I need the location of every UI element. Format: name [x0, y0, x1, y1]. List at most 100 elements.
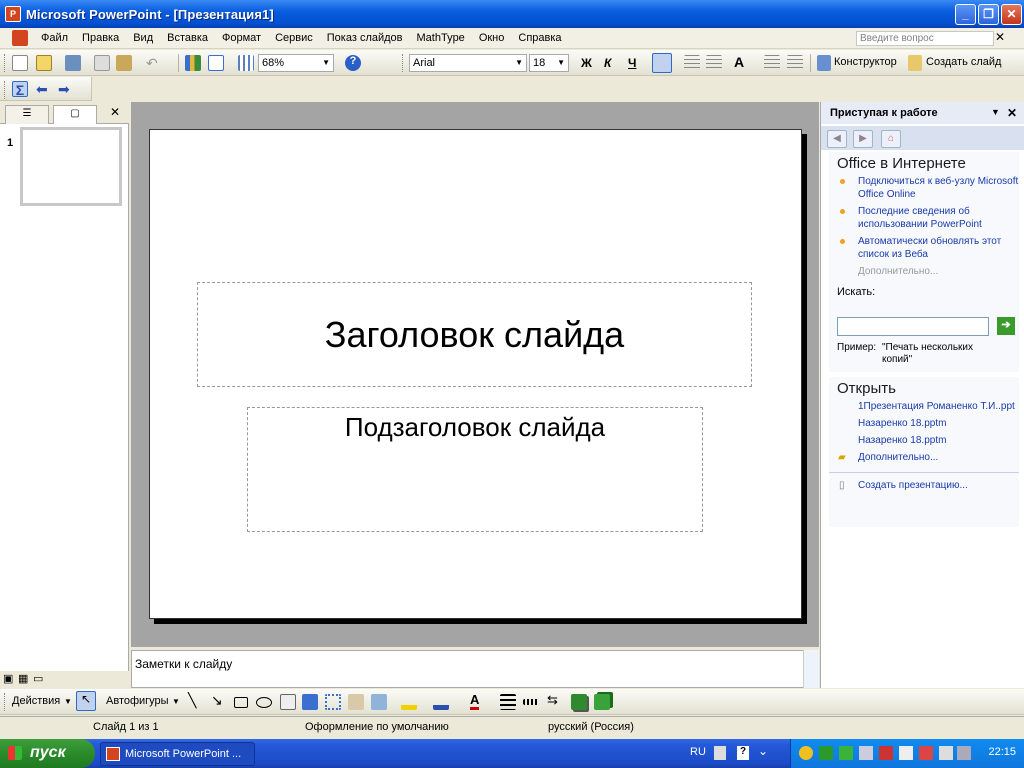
recent-file-link[interactable]: Назаренко 18.pptm: [829, 434, 1019, 447]
tray-download-icon[interactable]: [839, 746, 853, 760]
menu-slideshow[interactable]: Показ слайдов: [320, 28, 410, 48]
textbox-icon[interactable]: [280, 694, 296, 710]
line-icon[interactable]: ╲: [188, 692, 196, 709]
arrow-style-icon[interactable]: ⇆: [547, 692, 558, 708]
search-input[interactable]: [837, 317, 989, 336]
tray-app-icon[interactable]: [819, 746, 833, 760]
insert-chart-icon[interactable]: [185, 55, 201, 71]
create-presentation-link[interactable]: ▯ Создать презентацию...: [829, 479, 1019, 492]
print-icon[interactable]: [65, 55, 81, 71]
tray-app-icon[interactable]: [799, 746, 813, 760]
copy-icon[interactable]: [94, 55, 110, 71]
tray-expand-icon[interactable]: ⌄: [758, 744, 768, 758]
pane-close-icon[interactable]: ✕: [110, 105, 120, 119]
slide-thumbnail[interactable]: [20, 127, 122, 206]
search-go-icon[interactable]: ➔: [997, 317, 1015, 335]
paste-icon[interactable]: [116, 55, 132, 71]
close-button[interactable]: ✕: [1001, 4, 1022, 25]
minimize-button[interactable]: _: [955, 4, 976, 25]
line-color-icon[interactable]: [433, 694, 449, 710]
document-close-icon[interactable]: ✕: [995, 30, 1005, 44]
tray-app-icon[interactable]: [919, 746, 933, 760]
sigma-icon[interactable]: Σ: [12, 81, 28, 98]
designer-icon[interactable]: [817, 55, 831, 71]
font-select[interactable]: Arial ▼: [409, 54, 527, 72]
help-icon[interactable]: ?: [345, 55, 361, 71]
bulleted-list-icon[interactable]: [706, 55, 722, 71]
start-button[interactable]: пуск: [0, 739, 95, 768]
slide-canvas[interactable]: Заголовок слайда Подзаголовок слайда: [149, 129, 802, 619]
designer-button[interactable]: Конструктор: [834, 56, 897, 68]
font-size-select[interactable]: 18 ▼: [529, 54, 569, 72]
tray-app-icon[interactable]: [899, 746, 913, 760]
home-icon[interactable]: ⌂: [881, 130, 901, 148]
arrow-right-icon[interactable]: ➡: [58, 81, 74, 97]
actions-menu[interactable]: Действия: [12, 695, 60, 707]
menu-view[interactable]: Вид: [126, 28, 160, 48]
diagram-icon[interactable]: [325, 694, 341, 710]
normal-view-icon[interactable]: ▣: [3, 672, 13, 685]
taskbar-app-button[interactable]: Microsoft PowerPoint ...: [100, 742, 255, 766]
wordart-icon[interactable]: [302, 694, 318, 710]
undo-icon[interactable]: ↶: [146, 55, 162, 71]
increase-indent-icon[interactable]: [787, 55, 803, 71]
increase-font-icon[interactable]: A: [734, 54, 744, 70]
menu-file[interactable]: Файл: [34, 28, 75, 48]
slideshow-view-icon[interactable]: ▭: [33, 672, 43, 685]
menu-help[interactable]: Справка: [511, 28, 568, 48]
insert-table-icon[interactable]: [208, 55, 224, 71]
clock[interactable]: 22:15: [988, 746, 1016, 758]
slide-subtitle-placeholder[interactable]: Подзаголовок слайда: [247, 407, 703, 532]
bold-button[interactable]: Ж: [581, 56, 592, 70]
select-pointer-icon[interactable]: ↖: [76, 691, 96, 711]
clipart-icon[interactable]: [348, 694, 364, 710]
arrow-icon[interactable]: ↘: [211, 692, 223, 709]
restore-button[interactable]: ❐: [978, 4, 999, 25]
tray-help-icon[interactable]: ?: [737, 746, 749, 760]
tab-slides[interactable]: ▢: [53, 105, 97, 124]
help-search-input[interactable]: Введите вопрос: [856, 31, 994, 46]
notes-scrollbar[interactable]: [803, 650, 819, 688]
menu-edit[interactable]: Правка: [75, 28, 126, 48]
tray-volume-icon[interactable]: [939, 746, 953, 760]
powerpoint-app-icon[interactable]: P: [5, 6, 21, 22]
menu-mathtype[interactable]: MathType: [410, 28, 472, 48]
more-open-link[interactable]: ▰ Дополнительно...: [829, 451, 1019, 464]
autoshapes-menu[interactable]: Автофигуры: [106, 695, 169, 707]
menu-insert[interactable]: Вставка: [160, 28, 215, 48]
forward-icon[interactable]: ▶: [853, 130, 873, 148]
open-folder-icon[interactable]: [36, 55, 52, 71]
menu-format[interactable]: Формат: [215, 28, 268, 48]
new-slide-icon[interactable]: [908, 55, 922, 71]
arrow-left-icon[interactable]: ⬅: [36, 81, 52, 97]
dash-style-icon[interactable]: [523, 699, 539, 705]
autoshapes-dropdown-icon[interactable]: ▼: [172, 697, 180, 706]
tab-outline[interactable]: ☰: [5, 105, 49, 124]
font-color-icon[interactable]: A: [470, 692, 480, 710]
align-left-icon[interactable]: [652, 53, 672, 73]
3d-icon[interactable]: [594, 694, 610, 710]
menu-window[interactable]: Окно: [472, 28, 512, 48]
keyboard-language[interactable]: RU: [690, 746, 706, 758]
numbered-list-icon[interactable]: [684, 55, 700, 71]
menu-tools[interactable]: Сервис: [268, 28, 320, 48]
grid-icon[interactable]: [238, 55, 254, 71]
line-style-icon[interactable]: [500, 694, 516, 710]
tray-app-icon[interactable]: [879, 746, 893, 760]
new-file-icon[interactable]: [12, 55, 28, 71]
rectangle-icon[interactable]: [234, 697, 248, 708]
decrease-indent-icon[interactable]: [764, 55, 780, 71]
online-link[interactable]: Последние сведения об использовании Powe…: [829, 205, 1019, 231]
tray-app-icon[interactable]: [859, 746, 873, 760]
recent-file-link[interactable]: 1Презентация Романенко Т.И..ppt: [829, 400, 1019, 413]
more-online-link[interactable]: Дополнительно...: [829, 265, 1019, 278]
italic-button[interactable]: К: [604, 56, 611, 70]
notes-area[interactable]: Заметки к слайду: [131, 650, 818, 688]
slide-title-placeholder[interactable]: Заголовок слайда: [197, 282, 752, 387]
underline-button[interactable]: Ч: [628, 56, 636, 70]
oval-icon[interactable]: [256, 697, 272, 708]
zoom-select[interactable]: 68% ▼: [258, 54, 334, 72]
tray-keyboard-icon[interactable]: [714, 746, 726, 760]
tray-network-icon[interactable]: [957, 746, 971, 760]
actions-dropdown-icon[interactable]: ▼: [64, 697, 72, 706]
